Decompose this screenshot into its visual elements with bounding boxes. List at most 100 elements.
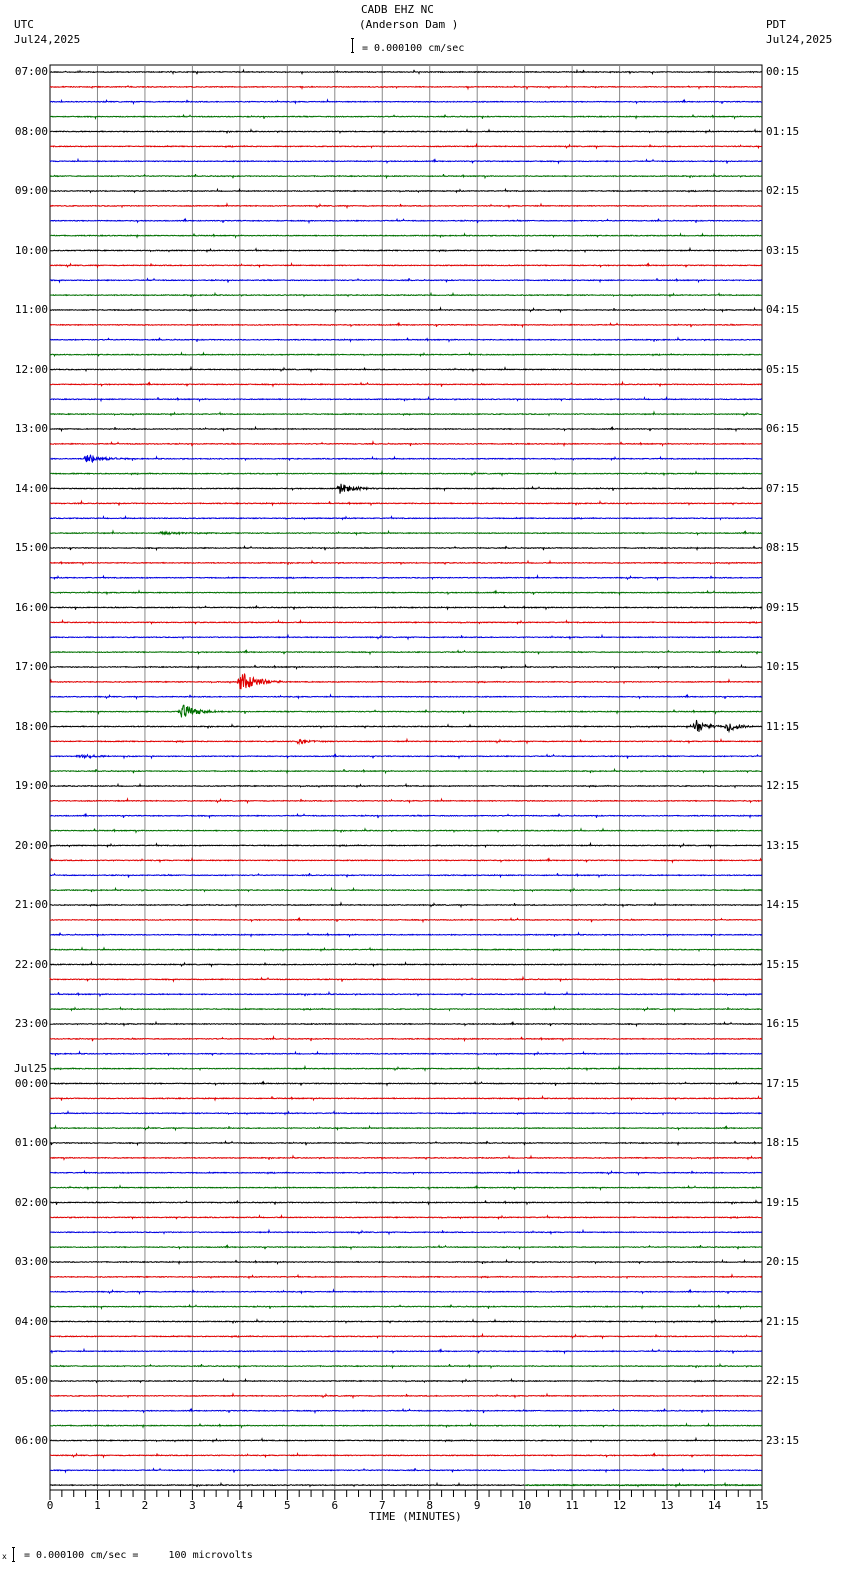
pdt-hour-label: 03:15	[766, 243, 800, 257]
trace-row	[49, 1064, 763, 1072]
trace-row	[49, 336, 762, 343]
trace-row	[49, 321, 763, 329]
trace-row	[49, 515, 762, 521]
pdt-hour-label: 13:15	[766, 838, 800, 852]
trace-row	[49, 529, 763, 536]
trace-row	[49, 1318, 763, 1324]
x-tick-label: 10	[518, 1499, 532, 1512]
utc-hour-label: 11:00	[14, 303, 48, 316]
trace-row	[49, 1452, 763, 1459]
pdt-hour-label: 22:15	[766, 1374, 800, 1387]
trace-row	[49, 128, 763, 134]
trace-row	[50, 217, 763, 225]
x-tick-label: 6	[331, 1499, 339, 1512]
x-tick-label: 13	[660, 1499, 674, 1512]
pdt-hour-label: 15:15	[766, 957, 800, 971]
trace-row	[50, 380, 763, 388]
trace-row	[49, 1110, 763, 1116]
utc-hour-label: 02:00	[14, 1195, 48, 1209]
trace-row	[49, 1258, 763, 1266]
trace-row	[49, 499, 763, 507]
x-axis-title: TIME (MINUTES)	[369, 1510, 462, 1523]
pdt-hour-label: 20:15	[766, 1255, 800, 1268]
trace-row	[49, 545, 763, 552]
pdt-hour-label: 11:15	[766, 719, 800, 733]
pdt-hour-label: 07:15	[766, 481, 800, 495]
trace-row	[49, 990, 763, 998]
trace-row	[49, 1332, 762, 1340]
trace-row	[49, 559, 763, 566]
trace-row	[49, 782, 763, 789]
utc-hour-label: 09:00	[14, 184, 48, 197]
date-change-label: Jul25	[14, 1061, 48, 1075]
x-tick-label: 14	[707, 1499, 722, 1512]
pdt-hour-label: 06:15	[766, 422, 800, 435]
trace-row	[49, 172, 762, 180]
trace-row	[49, 1303, 763, 1311]
utc-hour-label: 12:00	[14, 362, 48, 376]
trace-row	[49, 827, 763, 834]
trace-row	[49, 1377, 763, 1384]
trace-row	[49, 157, 762, 165]
utc-hour-label: 20:00	[14, 838, 48, 852]
trace-row	[49, 425, 763, 433]
utc-hour-label: 07:00	[14, 65, 48, 78]
utc-hour-label: 17:00	[14, 660, 48, 673]
pdt-hour-label: 04:15	[766, 303, 800, 316]
pdt-hour-label: 01:15	[766, 124, 800, 138]
trace-row	[49, 1140, 763, 1147]
utc-hour-label: 14:00	[14, 481, 48, 495]
trace-row	[49, 960, 763, 968]
trace-row	[50, 605, 763, 611]
utc-hour-label: 01:00	[14, 1136, 48, 1149]
trace-row	[50, 693, 763, 701]
trace-row	[50, 68, 763, 76]
trace-row	[49, 469, 763, 477]
trace-row	[49, 291, 763, 298]
utc-hour-label: 04:00	[14, 1314, 48, 1328]
trace-row	[49, 277, 763, 284]
pdt-hour-label: 02:15	[766, 184, 800, 197]
x-tick-label: 15	[755, 1499, 769, 1512]
trace-row	[50, 812, 763, 820]
trace-row	[49, 395, 762, 403]
trace-row	[49, 901, 763, 909]
trace-row	[49, 719, 763, 734]
trace-row	[50, 1407, 762, 1415]
trace-row	[49, 351, 763, 358]
trace-row	[49, 1020, 763, 1028]
trace-row	[49, 857, 763, 864]
trace-row	[49, 931, 763, 938]
trace-row	[49, 1184, 763, 1192]
trace-row	[49, 1005, 763, 1013]
trace-row	[49, 841, 763, 849]
trace-row	[49, 454, 763, 464]
trace-row	[49, 1467, 763, 1474]
utc-hour-label: 06:00	[14, 1433, 48, 1447]
trace-row	[49, 618, 763, 625]
trace-row	[49, 483, 763, 494]
trace-row	[49, 574, 763, 582]
footer-scale-note: = 0.000100 cm/sec = 100 microvolts	[24, 1550, 253, 1561]
trace-row	[49, 187, 763, 194]
pdt-hour-label: 05:15	[766, 362, 800, 376]
trace-row	[49, 202, 763, 210]
pdt-hour-label: 21:15	[766, 1314, 800, 1328]
trace-row	[49, 946, 763, 953]
utc-hour-label: 21:00	[14, 898, 48, 911]
trace-row	[49, 797, 763, 805]
trace-row	[49, 1034, 763, 1043]
trace-row	[49, 1124, 762, 1132]
trace-row	[49, 589, 762, 597]
trace-row	[49, 142, 763, 150]
pdt-hour-label: 17:15	[766, 1076, 800, 1090]
footer-marker: x	[2, 1552, 7, 1561]
x-tick-label: 12	[612, 1499, 627, 1512]
x-tick-label: 2	[141, 1499, 149, 1512]
trace-row	[49, 1436, 763, 1444]
trace-row-current	[524, 1481, 762, 1488]
trace-row	[49, 1169, 762, 1177]
trace-row	[49, 753, 763, 760]
pdt-hour-label: 18:15	[766, 1136, 800, 1149]
trace-row	[49, 1154, 763, 1161]
